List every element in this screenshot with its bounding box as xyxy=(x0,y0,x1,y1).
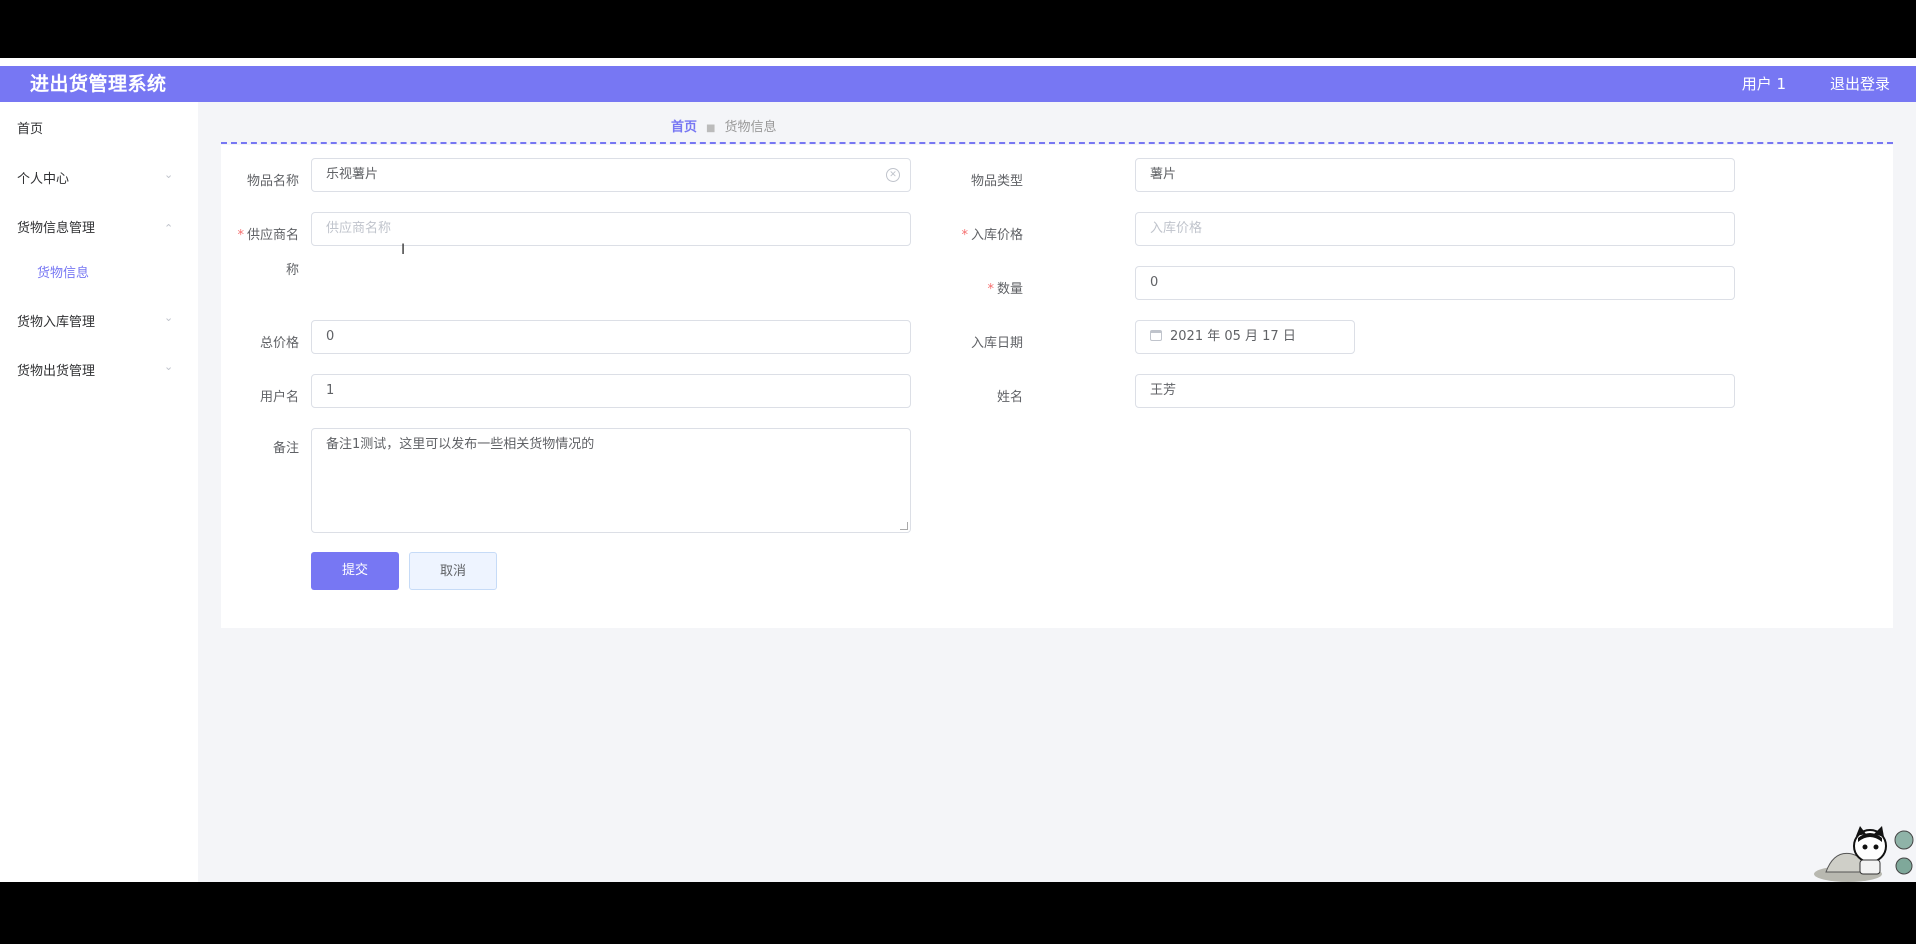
chevron-down-icon: ⌄ xyxy=(164,360,174,373)
goods-form: 物品名称 乐视薯片 ✕ 物品类型 薯片 * 供应商名 称 供应商名称 * 入库价格 … xyxy=(221,145,1893,628)
in-price-label-text: 入库价格 xyxy=(970,228,1023,243)
item-name-label: 物品名称 xyxy=(246,174,299,189)
top-header: 进出货管理系统 用户 1 退出登录 xyxy=(0,66,1916,102)
app-title: 进出货管理系统 xyxy=(30,73,167,95)
sidebar-item-personal-center[interactable]: 个人中心 xyxy=(17,168,69,187)
item-type-label: 物品类型 xyxy=(970,174,1023,189)
chevron-down-icon: ⌄ xyxy=(164,311,174,324)
remark-textarea[interactable]: 备注1测试，这里可以发布一些相关货物情况的 xyxy=(311,428,911,533)
header-divider xyxy=(221,142,1893,144)
bottom-black-bar xyxy=(0,882,1916,944)
breadcrumb: 首页 ■ 货物信息 xyxy=(671,116,776,135)
calendar-icon xyxy=(1150,330,1162,341)
supplier-placeholder: 供应商名称 xyxy=(326,221,392,236)
total-price-input[interactable]: 0 xyxy=(311,320,911,354)
text-cursor-icon: I xyxy=(401,242,406,258)
sidebar-item-goods-inbound[interactable]: 货物入库管理 xyxy=(17,311,95,330)
breadcrumb-current: 货物信息 xyxy=(724,120,777,135)
remark-value: 备注1测试，这里可以发布一些相关货物情况的 xyxy=(326,437,595,452)
cancel-button[interactable]: 取消 xyxy=(409,552,497,590)
total-price-label: 总价格 xyxy=(259,336,299,351)
in-date-value: 2021 年 05 月 17 日 xyxy=(1170,329,1296,344)
sidebar: 首页 个人中心 ⌄ 货物信息管理 ⌃ 货物信息 货物入库管理 ⌄ 货物出货管理 … xyxy=(0,102,198,882)
resize-handle-icon[interactable] xyxy=(900,522,908,530)
item-name-input[interactable]: 乐视薯片 ✕ xyxy=(311,158,911,192)
app-window: 进出货管理系统 用户 1 退出登录 首页 个人中心 ⌄ 货物信息管理 ⌃ 货物信… xyxy=(0,58,1916,882)
logout-button[interactable]: 退出登录 xyxy=(1830,66,1890,102)
breadcrumb-home[interactable]: 首页 xyxy=(671,120,697,135)
clear-icon[interactable]: ✕ xyxy=(886,168,900,182)
sidebar-item-goods-info[interactable]: 货物信息 xyxy=(37,262,89,281)
item-type-input[interactable]: 薯片 xyxy=(1135,158,1735,192)
required-asterisk: * xyxy=(987,282,994,297)
required-asterisk: * xyxy=(237,228,244,243)
current-user: 用户 1 xyxy=(1741,75,1786,93)
submit-button[interactable]: 提交 xyxy=(311,552,399,590)
name-label: 姓名 xyxy=(996,390,1023,405)
quantity-label-text: 数量 xyxy=(996,282,1023,297)
sidebar-item-home[interactable]: 首页 xyxy=(17,118,43,137)
breadcrumb-separator-icon: ■ xyxy=(706,123,716,134)
sidebar-item-goods-info-management[interactable]: 货物信息管理 xyxy=(17,217,95,236)
username-input[interactable]: 1 xyxy=(311,374,911,408)
remark-label: 备注 xyxy=(272,441,299,456)
supplier-label-text: 供应商名 xyxy=(246,228,299,243)
name-input[interactable]: 王芳 xyxy=(1135,374,1735,408)
mascot-cat-icon xyxy=(1814,826,1914,882)
sidebar-item-goods-outbound[interactable]: 货物出货管理 xyxy=(17,360,95,379)
required-asterisk: * xyxy=(961,228,968,243)
item-name-value: 乐视薯片 xyxy=(326,167,379,182)
in-date-label: 入库日期 xyxy=(970,336,1023,351)
chevron-down-icon: ⌄ xyxy=(164,168,174,181)
chevron-up-icon: ⌃ xyxy=(164,222,174,235)
in-price-label: * 入库价格 xyxy=(941,224,1023,243)
supplier-input[interactable]: 供应商名称 xyxy=(311,212,911,246)
in-price-placeholder: 入库价格 xyxy=(1150,221,1203,236)
username-label: 用户名 xyxy=(259,390,299,405)
main-content: 首页 ■ 货物信息 物品名称 乐视薯片 ✕ 物品类型 薯片 * 供应商名 称 供应商名… xyxy=(198,102,1916,882)
quantity-input[interactable]: 0 xyxy=(1135,266,1735,300)
supplier-label: * 供应商名 xyxy=(221,224,299,243)
in-price-input[interactable]: 入库价格 xyxy=(1135,212,1735,246)
quantity-label: * 数量 xyxy=(941,278,1023,297)
in-date-picker[interactable]: 2021 年 05 月 17 日 xyxy=(1135,320,1355,354)
supplier-label-wrap: 称 xyxy=(285,263,299,278)
